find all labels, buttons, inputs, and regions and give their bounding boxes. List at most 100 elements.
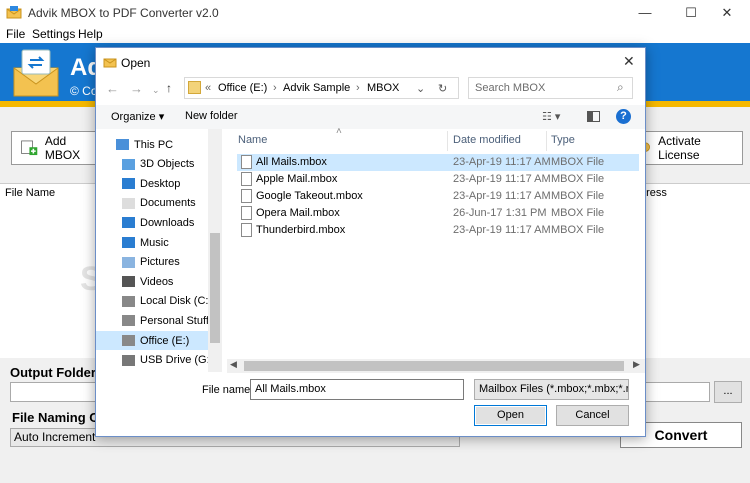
nav-item-label: Desktop bbox=[140, 177, 181, 190]
nav-item[interactable]: Pictures bbox=[96, 253, 208, 272]
column-date-modified[interactable]: Date modified bbox=[453, 134, 521, 146]
nav-item[interactable]: Documents bbox=[96, 194, 208, 213]
menubar: File Settings Help bbox=[0, 25, 750, 43]
breadcrumb-prefix[interactable]: « bbox=[205, 82, 211, 94]
menu-file[interactable]: File bbox=[6, 27, 25, 41]
nav-item[interactable]: USB Drive (G:) bbox=[96, 351, 208, 370]
address-bar[interactable]: « Office (E:) › Advik Sample › MBOX ⌄ ↻ bbox=[184, 77, 459, 99]
nav-item[interactable]: Downloads bbox=[96, 213, 208, 232]
menu-help[interactable]: Help bbox=[78, 27, 103, 41]
drive-icon bbox=[122, 315, 135, 327]
download-icon bbox=[122, 217, 135, 229]
file-date: 23-Apr-19 11:17 AM bbox=[453, 190, 551, 202]
add-mbox-button[interactable]: Add MBOX bbox=[11, 131, 101, 165]
activate-license-label: Activate License bbox=[658, 134, 701, 162]
file-name: Opera Mail.mbox bbox=[256, 207, 340, 219]
breadcrumb-office[interactable]: Office (E:) bbox=[218, 82, 267, 94]
refresh-icon[interactable]: ↻ bbox=[438, 82, 447, 95]
minimize-icon[interactable]: — bbox=[622, 0, 668, 25]
nav-item-label: This PC bbox=[134, 138, 174, 151]
file-icon bbox=[241, 223, 252, 237]
file-icon bbox=[241, 206, 252, 220]
column-divider[interactable] bbox=[546, 131, 547, 151]
drive-icon bbox=[122, 295, 135, 307]
file-type: MBOX File bbox=[551, 207, 605, 219]
open-dialog: Open ✕ ← → ⌄ ↑ « Office (E:) › Advik Sam… bbox=[95, 47, 646, 437]
address-dropdown-icon[interactable]: ⌄ bbox=[416, 82, 425, 95]
nav-item-label: Music bbox=[140, 236, 169, 249]
nav-item-label: Pictures bbox=[140, 256, 180, 269]
nav-scrollbar-thumb[interactable] bbox=[210, 233, 220, 343]
nav-item[interactable]: Local Disk (C:) bbox=[96, 292, 208, 311]
up-icon[interactable]: ↑ bbox=[166, 81, 172, 95]
add-file-icon bbox=[21, 140, 38, 156]
nav-item-label: Personal Stuff (E bbox=[140, 314, 208, 327]
breadcrumb-separator-icon: › bbox=[273, 82, 277, 94]
nav-item[interactable]: Videos bbox=[96, 272, 208, 291]
nav-item[interactable]: Personal Stuff (E bbox=[96, 311, 208, 330]
nav-item[interactable]: This PC bbox=[96, 135, 208, 154]
organize-menu[interactable]: Organize ▾ bbox=[111, 110, 164, 123]
view-options-icon[interactable]: ☷ ▾ bbox=[542, 110, 560, 123]
app-titlebar: Advik MBOX to PDF Converter v2.0 — ☐ ✕ bbox=[0, 0, 750, 25]
file-type-value: Mailbox Files (*.mbox;*.mbx;*.n bbox=[479, 383, 629, 395]
nav-item-label: USB Drive (G:) bbox=[140, 354, 208, 367]
cancel-button[interactable]: Cancel bbox=[556, 405, 629, 426]
file-type: MBOX File bbox=[551, 156, 605, 168]
help-icon[interactable]: ? bbox=[616, 109, 631, 124]
file-row[interactable]: All Mails.mbox 23-Apr-19 11:17 AM MBOX Fil… bbox=[237, 154, 639, 171]
recent-chevron-icon[interactable]: ⌄ bbox=[152, 85, 160, 96]
open-folder-icon bbox=[103, 58, 117, 68]
file-name-input[interactable]: All Mails.mbox bbox=[250, 379, 464, 400]
back-icon[interactable]: ← bbox=[106, 81, 119, 96]
mbox-logo-icon bbox=[13, 49, 59, 97]
documents-icon bbox=[122, 197, 135, 209]
open-button[interactable]: Open bbox=[474, 405, 547, 426]
search-input[interactable]: Search MBOX ⌕ bbox=[468, 77, 633, 99]
browse-button[interactable]: ... bbox=[714, 381, 742, 403]
nav-item-label: Office (E:) bbox=[140, 334, 190, 347]
breadcrumb-mbox[interactable]: MBOX bbox=[367, 82, 399, 94]
nav-item[interactable]: Desktop bbox=[96, 174, 208, 193]
search-placeholder: Search MBOX bbox=[475, 82, 546, 94]
file-row[interactable]: Apple Mail.mbox 23-Apr-19 11:17 AM MBOX Fi… bbox=[237, 171, 639, 188]
column-name[interactable]: Name bbox=[238, 134, 267, 146]
nav-item[interactable]: Office (E:) bbox=[96, 331, 208, 350]
nav-item-label: Documents bbox=[140, 197, 196, 210]
new-folder-button[interactable]: New folder bbox=[185, 110, 238, 122]
scroll-right-icon[interactable]: ▶ bbox=[633, 359, 640, 370]
preview-pane-icon[interactable] bbox=[587, 111, 600, 122]
dialog-close-icon[interactable]: ✕ bbox=[623, 53, 635, 70]
file-name: Google Takeout.mbox bbox=[256, 190, 363, 202]
file-row[interactable]: Thunderbird.mbox 23-Apr-19 11:17 AM MBOX F… bbox=[237, 222, 639, 239]
file-icon bbox=[241, 172, 252, 186]
breadcrumb-separator-icon: › bbox=[356, 82, 360, 94]
activate-license-button[interactable]: Activate License bbox=[631, 131, 743, 165]
column-type[interactable]: Type bbox=[551, 134, 575, 146]
file-icon bbox=[241, 155, 252, 169]
banner-subtitle: © Co bbox=[70, 84, 98, 98]
dialog-toolbar bbox=[96, 105, 645, 129]
column-file-name[interactable]: File Name bbox=[5, 187, 55, 199]
cube-icon bbox=[122, 158, 135, 170]
file-name: Apple Mail.mbox bbox=[256, 173, 338, 185]
file-date: 23-Apr-19 11:17 AM bbox=[453, 224, 551, 236]
menu-settings[interactable]: Settings bbox=[32, 27, 75, 41]
file-naming-label: File Naming Op bbox=[12, 410, 108, 425]
nav-item[interactable]: 3D Objects bbox=[96, 155, 208, 174]
file-date: 23-Apr-19 11:17 AM bbox=[453, 173, 551, 185]
horizontal-scrollbar-thumb[interactable] bbox=[244, 361, 624, 371]
file-row[interactable]: Google Takeout.mbox 23-Apr-19 11:17 AM MBO… bbox=[237, 188, 639, 205]
dialog-title: Open bbox=[121, 56, 151, 70]
scroll-left-icon[interactable]: ◀ bbox=[230, 359, 237, 370]
nav-item[interactable]: Music bbox=[96, 233, 208, 252]
nav-item-label: 3D Objects bbox=[140, 158, 195, 171]
file-type-select[interactable]: Mailbox Files (*.mbox;*.mbx;*.n bbox=[474, 379, 629, 400]
file-row[interactable]: Opera Mail.mbox 26-Jun-17 1:31 PM MBOX Fil… bbox=[237, 205, 639, 222]
column-divider[interactable] bbox=[447, 131, 448, 151]
breadcrumb-advik-sample[interactable]: Advik Sample bbox=[283, 82, 350, 94]
close-icon[interactable]: ✕ bbox=[704, 0, 750, 25]
file-name-label: File name: bbox=[202, 384, 254, 396]
music-icon bbox=[122, 237, 135, 248]
forward-icon[interactable]: → bbox=[130, 81, 143, 96]
